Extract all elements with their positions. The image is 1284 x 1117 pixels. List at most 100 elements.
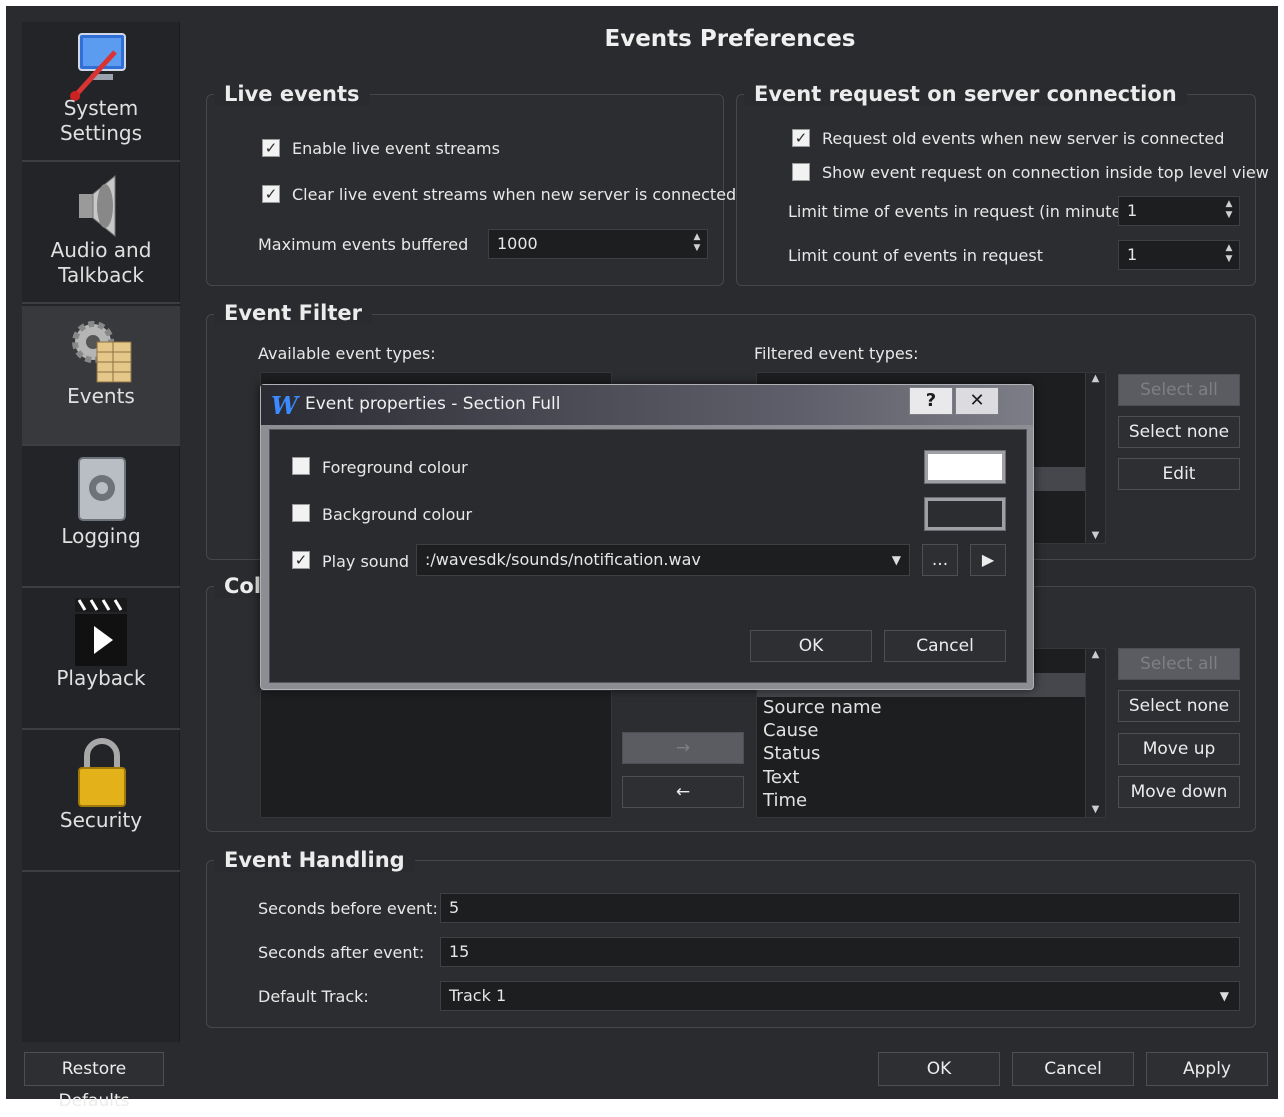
scroll-down-icon[interactable]: ▼ xyxy=(1086,530,1105,541)
filter-edit-button[interactable]: Edit xyxy=(1118,458,1240,490)
add-column-button[interactable]: → xyxy=(622,732,744,764)
clear-streams-checkbox[interactable]: ✓ xyxy=(262,185,280,203)
event-filter-title: Event Filter xyxy=(214,301,372,325)
list-item[interactable]: Cause xyxy=(763,720,818,741)
clear-streams-label: Clear live event streams when new server… xyxy=(292,185,737,204)
list-item[interactable]: Source name xyxy=(763,697,882,718)
dialog-body: Foreground colour Background colour ✓ Pl… xyxy=(269,429,1027,683)
limit-time-label: Limit time of events in request (in minu… xyxy=(788,202,1136,221)
restore-defaults-button[interactable]: Restore Defaults xyxy=(24,1052,164,1111)
filter-select-none-button[interactable]: Select none xyxy=(1118,416,1240,448)
foreground-colour-swatch[interactable] xyxy=(924,450,1006,484)
spin-arrows-icon[interactable]: ▲ ▼ xyxy=(1221,243,1237,267)
sidebar-item-logging[interactable]: Logging xyxy=(22,448,180,588)
move-down-button[interactable]: Move down xyxy=(1118,776,1240,808)
chevron-down-icon: ▼ xyxy=(891,553,901,567)
default-track-select[interactable]: Track 1 ▼ xyxy=(440,981,1240,1011)
max-events-spinbox[interactable]: 1000 ▲ ▼ xyxy=(488,229,708,259)
help-button[interactable]: ? xyxy=(909,387,953,415)
remove-column-button[interactable]: ← xyxy=(622,776,744,808)
foreground-colour-fill xyxy=(928,454,1002,480)
event-handling-title: Event Handling xyxy=(214,848,415,872)
request-old-events-label: Request old events when new server is co… xyxy=(822,129,1225,148)
scroll-down-icon[interactable]: ▼ xyxy=(1086,804,1105,815)
displayed-columns-scrollbar[interactable]: ▲ ▼ xyxy=(1085,649,1105,817)
sidebar-item-system-settings[interactable]: System Settings xyxy=(22,22,180,162)
foreground-colour-checkbox[interactable] xyxy=(292,457,310,475)
background-colour-swatch[interactable] xyxy=(924,497,1006,531)
play-sound-checkbox[interactable]: ✓ xyxy=(292,551,310,569)
seconds-after-label: Seconds after event: xyxy=(258,943,425,962)
live-events-title: Live events xyxy=(214,82,370,106)
sidebar-item-events[interactable]: Events xyxy=(22,306,180,446)
page-title: Events Preferences xyxy=(604,26,856,52)
clapperboard-icon xyxy=(75,598,127,666)
default-track-label: Default Track: xyxy=(258,987,369,1006)
scroll-up-icon[interactable]: ▲ xyxy=(1086,649,1105,660)
sidebar-item-label: System Settings xyxy=(59,96,143,145)
seconds-after-field[interactable]: 15 xyxy=(440,937,1240,967)
background-colour-label: Background colour xyxy=(322,505,473,524)
filter-select-all-button[interactable]: Select all xyxy=(1118,374,1240,406)
apply-button[interactable]: Apply xyxy=(1146,1052,1268,1086)
show-request-label: Show event request on connection inside … xyxy=(822,163,1269,182)
limit-count-value: 1 xyxy=(1127,245,1138,264)
sidebar-item-label: Events xyxy=(67,384,135,408)
request-old-events-checkbox[interactable]: ✓ xyxy=(792,129,810,147)
play-button[interactable]: ▶ xyxy=(970,544,1006,576)
limit-count-label: Limit count of events in request xyxy=(788,246,1043,265)
seconds-before-label: Seconds before event: xyxy=(258,899,438,918)
gear-table-icon xyxy=(72,321,132,383)
browse-button[interactable]: ... xyxy=(922,544,958,576)
close-button[interactable]: ✕ xyxy=(955,387,999,415)
ok-button[interactable]: OK xyxy=(878,1052,1000,1086)
speaker-icon xyxy=(79,174,116,238)
available-types-label: Available event types: xyxy=(258,344,436,363)
server-request-title: Event request on server connection xyxy=(744,82,1187,106)
play-sound-label: Play sound xyxy=(322,552,410,571)
filtered-types-label: Filtered event types: xyxy=(754,344,919,363)
enable-live-streams-checkbox[interactable]: ✓ xyxy=(262,139,280,157)
max-events-label: Maximum events buffered xyxy=(258,235,469,254)
limit-count-spinbox[interactable]: 1 ▲ ▼ xyxy=(1118,240,1240,270)
padlock-icon xyxy=(78,738,126,807)
filtered-types-scrollbar[interactable]: ▲ ▼ xyxy=(1085,373,1105,543)
limit-time-value: 1 xyxy=(1127,201,1138,220)
logbook-icon xyxy=(78,457,126,521)
enable-live-streams-label: Enable live event streams xyxy=(292,139,500,158)
sidebar-item-playback[interactable]: Playback xyxy=(22,590,180,730)
scroll-up-icon[interactable]: ▲ xyxy=(1086,373,1105,384)
sidebar: System Settings Audio and Talkback Event… xyxy=(22,22,180,1042)
monitor-tools-icon xyxy=(70,33,126,101)
limit-time-spinbox[interactable]: 1 ▲ ▼ xyxy=(1118,196,1240,226)
list-item[interactable]: Status xyxy=(763,743,820,764)
list-item[interactable]: Text xyxy=(763,767,799,788)
play-icon: ▶ xyxy=(981,550,995,569)
spin-arrows-icon[interactable]: ▲ ▼ xyxy=(689,232,705,256)
list-item[interactable]: Time xyxy=(763,790,807,811)
sidebar-item-audio-talkback[interactable]: Audio and Talkback xyxy=(22,164,180,304)
sidebar-item-label: Security xyxy=(59,808,143,832)
available-columns-list[interactable] xyxy=(260,690,612,818)
dialog-cancel-button[interactable]: Cancel xyxy=(884,630,1006,662)
dialog-title-bar[interactable]: W Event properties - Section Full ? ✕ xyxy=(261,385,1033,425)
chevron-down-icon: ▼ xyxy=(1219,989,1229,1003)
columns-select-all-button[interactable]: Select all xyxy=(1118,648,1240,680)
cancel-button[interactable]: Cancel xyxy=(1012,1052,1134,1086)
sidebar-item-label: Audio and Talkback xyxy=(50,238,152,287)
sidebar-item-label: Logging xyxy=(61,524,141,548)
sound-file-select[interactable]: :/wavesdk/sounds/notification.wav ▼ xyxy=(416,544,910,576)
sidebar-item-security[interactable]: Security xyxy=(22,732,180,872)
sidebar-item-label: Playback xyxy=(56,666,146,690)
move-up-button[interactable]: Move up xyxy=(1118,733,1240,765)
max-events-value: 1000 xyxy=(497,234,538,253)
columns-select-none-button[interactable]: Select none xyxy=(1118,690,1240,722)
dialog-title: Event properties - Section Full xyxy=(305,394,561,414)
spin-arrows-icon[interactable]: ▲ ▼ xyxy=(1221,199,1237,223)
seconds-before-field[interactable]: 5 xyxy=(440,893,1240,923)
sound-file-value: :/wavesdk/sounds/notification.wav xyxy=(425,550,701,569)
background-colour-fill xyxy=(928,501,1002,527)
show-request-checkbox[interactable] xyxy=(792,163,810,181)
dialog-ok-button[interactable]: OK xyxy=(750,630,872,662)
background-colour-checkbox[interactable] xyxy=(292,504,310,522)
